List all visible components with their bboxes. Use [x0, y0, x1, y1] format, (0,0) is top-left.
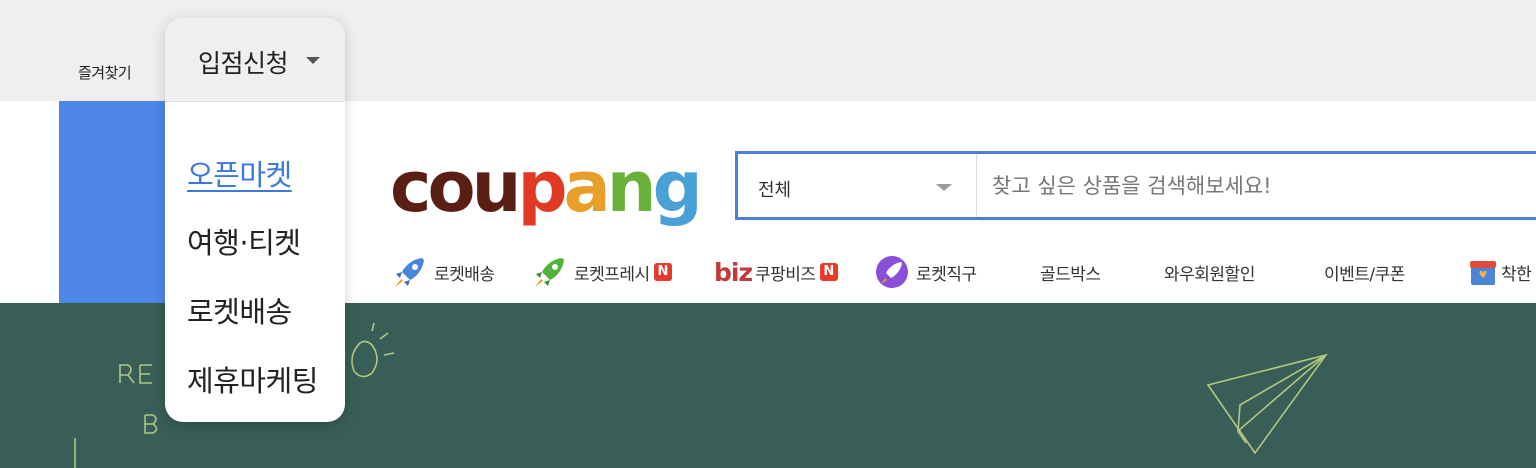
- rocket-icon: [395, 258, 424, 287]
- new-badge: N: [653, 263, 672, 281]
- dropdown-item-rocket-delivery[interactable]: 로켓배송: [187, 289, 292, 331]
- seller-apply-dropdown: 입점신청 오픈마켓 여행·티켓 로켓배송 제휴마케팅: [165, 18, 345, 422]
- nav-item-rocket-fresh[interactable]: 로켓프레시 N: [532, 252, 672, 292]
- dropdown-item-open-market[interactable]: 오픈마켓: [187, 152, 292, 194]
- biz-logo: biz: [714, 257, 753, 287]
- green-rocket-icon: [535, 258, 564, 287]
- shop-icon: [1470, 261, 1496, 285]
- nav-item-goldbox[interactable]: 골드박스: [1040, 252, 1101, 292]
- nav-item-label: 로켓프레시: [574, 264, 650, 285]
- favorites-link[interactable]: 즐겨찾기: [78, 62, 132, 83]
- coupang-logo[interactable]: coupang: [390, 142, 703, 232]
- logo-letter: a: [563, 146, 611, 228]
- nav-item-label: 와우회원할인: [1164, 264, 1255, 285]
- search-bar: 전체: [735, 151, 1536, 220]
- dropdown-item-travel-ticket[interactable]: 여행·티켓: [187, 220, 301, 262]
- category-menu-button[interactable]: [59, 101, 165, 303]
- seller-apply-toggle[interactable]: 입점신청: [165, 18, 345, 102]
- dropdown-title: 입점신청: [198, 49, 289, 78]
- nav-item-rocket-global[interactable]: 로켓직구: [874, 252, 977, 292]
- search-category-label: 전체: [758, 180, 792, 201]
- nav-item-label: 이벤트/쿠폰: [1324, 264, 1405, 285]
- logo-letter: u: [471, 146, 522, 228]
- nav-item-events-coupons[interactable]: 이벤트/쿠폰: [1324, 252, 1405, 292]
- logo-letter: g: [652, 146, 703, 228]
- purple-rocket-icon: [876, 256, 908, 288]
- nav-item-wow-discount[interactable]: 와우회원할인: [1164, 252, 1255, 292]
- search-input[interactable]: [990, 164, 1534, 208]
- logo-letter: o: [427, 146, 476, 228]
- nav-item-coupang-biz[interactable]: biz 쿠팡비즈 N: [714, 252, 838, 292]
- nav-item-label: 쿠팡비즈: [755, 264, 816, 285]
- nav-item-good-shop[interactable]: 착한: [1468, 252, 1532, 292]
- nav-item-rocket-delivery[interactable]: 로켓배송: [392, 252, 495, 292]
- search-category-select[interactable]: 전체: [738, 154, 977, 217]
- new-badge: N: [819, 263, 838, 281]
- logo-letter: p: [517, 146, 567, 228]
- nav-item-label: 착한: [1501, 264, 1532, 285]
- caret-down-icon: [306, 57, 320, 64]
- nav-item-label: 골드박스: [1040, 264, 1101, 285]
- nav-item-label: 로켓직구: [916, 264, 977, 285]
- dropdown-item-affiliate-marketing[interactable]: 제휴마케팅: [187, 358, 318, 400]
- nav-item-label: 로켓배송: [434, 264, 495, 285]
- logo-letter: n: [606, 146, 657, 228]
- chevron-down-icon: [936, 184, 952, 191]
- logo-letter: c: [390, 146, 431, 228]
